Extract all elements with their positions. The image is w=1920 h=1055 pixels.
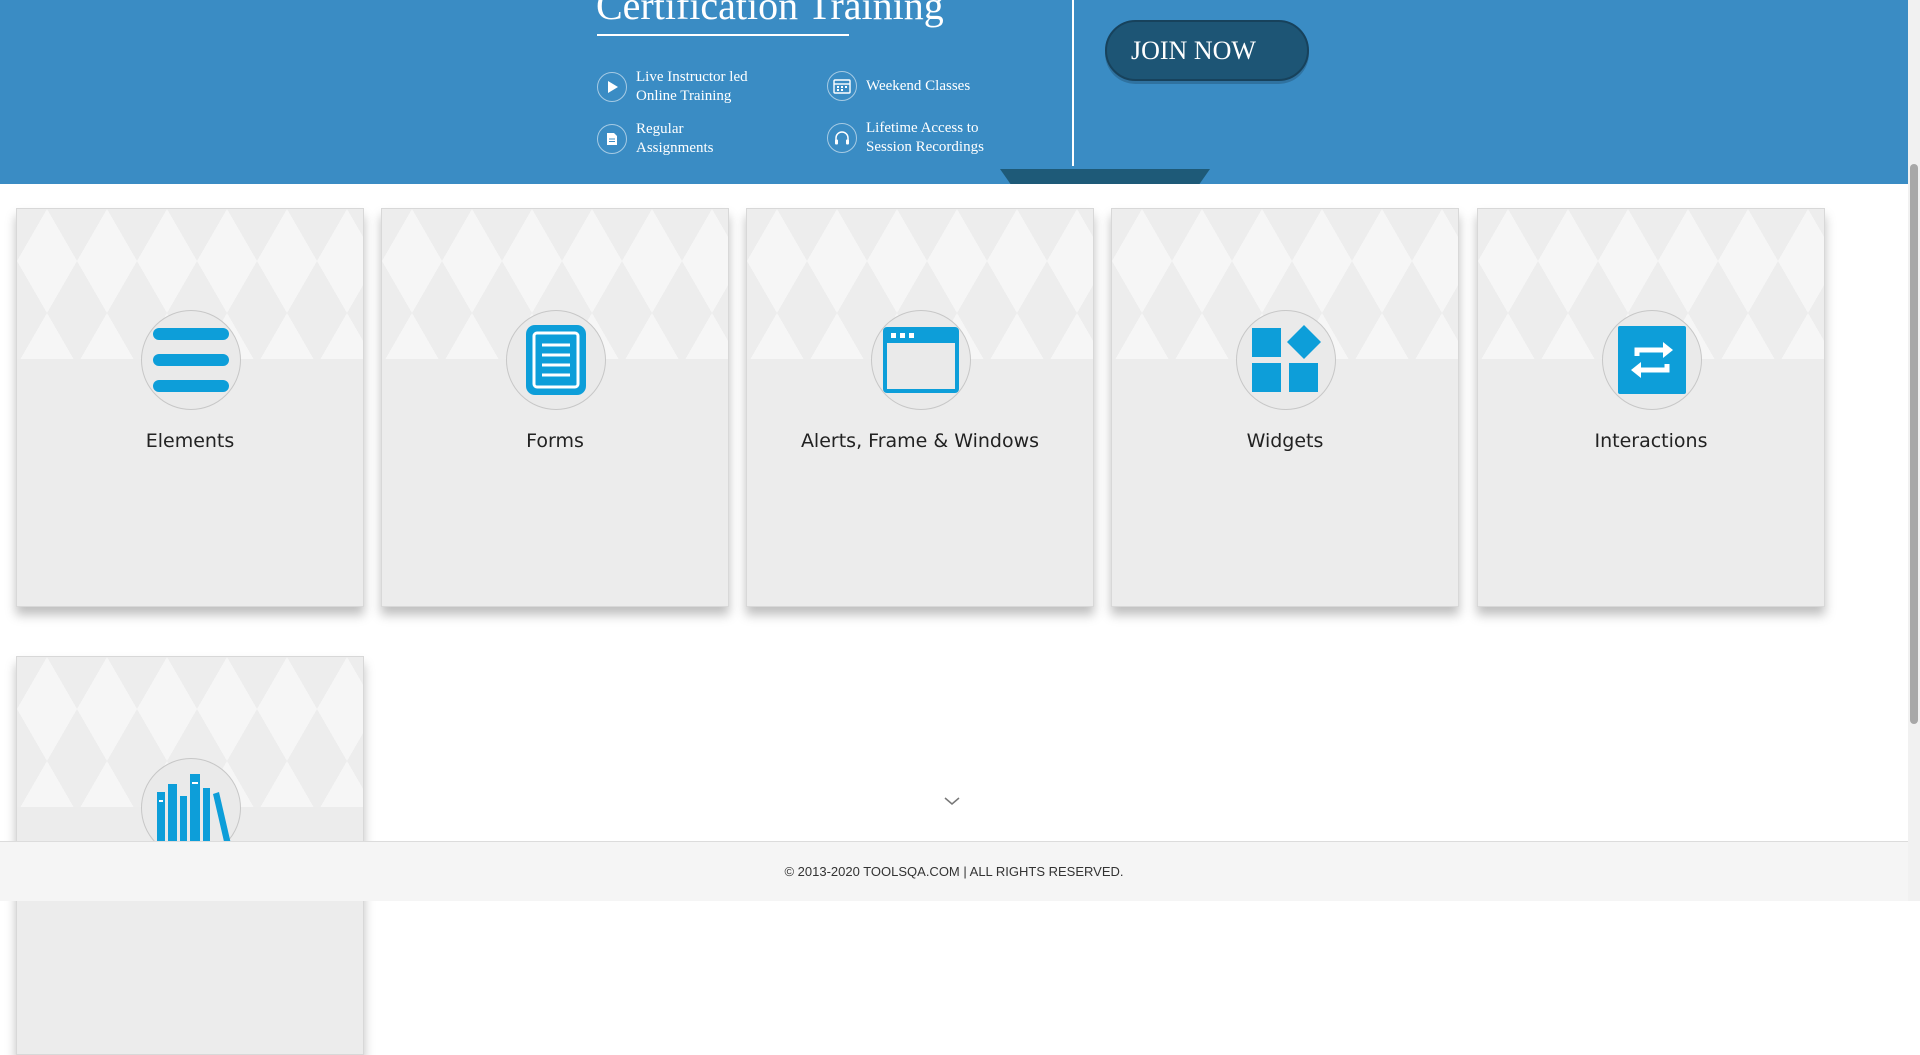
banner-ribbon [1000, 169, 1210, 184]
feature-weekend-classes: Weekend Classes [827, 71, 970, 101]
widgets-grid-icon [1236, 310, 1336, 410]
browser-window-icon [871, 310, 971, 410]
card-interactions[interactable]: Interactions [1477, 208, 1825, 607]
feature-text: Lifetime Access to Session Recordings [866, 120, 984, 155]
card-title: Interactions [1594, 430, 1708, 452]
footer-copyright: © 2013-2020 TOOLSQA.COM | ALL RIGHTS RES… [784, 864, 1124, 879]
page-footer: © 2013-2020 TOOLSQA.COM | ALL RIGHTS RES… [0, 841, 1908, 901]
play-icon [597, 72, 627, 102]
chevron-down-icon[interactable] [942, 794, 962, 808]
feature-lifetime-access: Lifetime Access to Session Recordings [827, 119, 984, 157]
card-title: Alerts, Frame & Windows [800, 430, 1040, 452]
banner-divider [1072, 0, 1074, 166]
title-underline [597, 34, 849, 36]
form-document-icon [506, 310, 606, 410]
card-alerts-frame-windows[interactable]: Alerts, Frame & Windows [746, 208, 1094, 607]
scrollbar-thumb[interactable] [1910, 164, 1918, 724]
card-title: Elements [145, 430, 235, 452]
card-forms[interactable]: Forms [381, 208, 729, 607]
swap-arrows-icon [1602, 310, 1702, 410]
feature-live-training: Live Instructor led Online Training [597, 68, 748, 106]
feature-text: Live Instructor led Online Training [636, 69, 748, 104]
calendar-icon [827, 71, 857, 101]
card-title: Widgets [1246, 430, 1324, 452]
card-title: Forms [526, 430, 584, 452]
headphones-icon [827, 123, 857, 153]
certification-banner[interactable]: Certification Training Live Instructor l… [0, 0, 1908, 184]
feature-text: Regular Assignments [636, 121, 714, 156]
banner-title: Certification Training [596, 0, 944, 28]
card-widgets[interactable]: Widgets [1111, 208, 1459, 607]
feature-text: Weekend Classes [866, 77, 971, 94]
join-now-button[interactable]: JOIN NOW [1105, 20, 1309, 81]
document-icon [597, 124, 627, 154]
feature-assignments: Regular Assignments [597, 120, 714, 158]
card-elements[interactable]: Elements [16, 208, 364, 607]
hamburger-menu-icon [141, 310, 241, 410]
